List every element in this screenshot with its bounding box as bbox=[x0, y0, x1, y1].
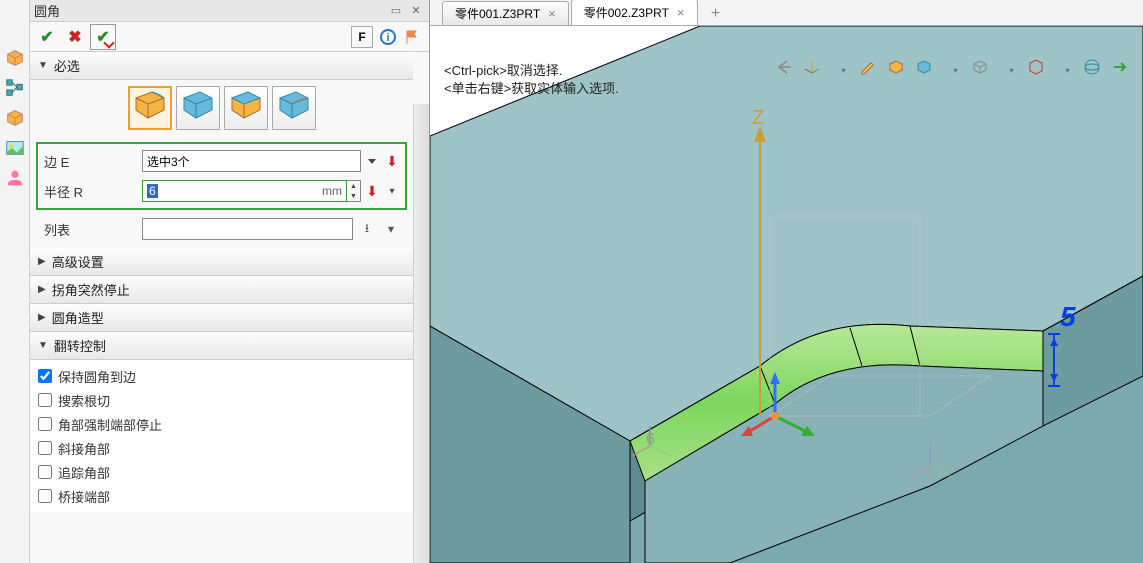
check-bridge-corner[interactable] bbox=[38, 489, 52, 503]
apply-button[interactable]: ✔ bbox=[90, 24, 116, 50]
tab-bar: 零件001.Z3PRT × 零件002.Z3PRT × + bbox=[430, 0, 1143, 26]
view-toolbar bbox=[775, 58, 1135, 82]
section-corner-stop[interactable]: ▶ 拐角突然停止 bbox=[30, 276, 413, 304]
list-dropdown[interactable]: ▾ bbox=[381, 219, 401, 239]
edge-pick-icon[interactable]: ⬇ bbox=[383, 150, 401, 172]
radius-spinner[interactable]: ▲▼ bbox=[347, 180, 361, 202]
flip-control-options: 保持圆角到边 搜索根切 角部强制端部停止 斜接角部 追踪角部 桥接端部 bbox=[30, 360, 413, 512]
section-required[interactable]: ▼ 必选 bbox=[30, 52, 413, 80]
flag-icon[interactable] bbox=[401, 26, 423, 48]
fillet-type-variable[interactable] bbox=[176, 86, 220, 130]
expand-icon: ▶ bbox=[38, 312, 46, 323]
ok-button[interactable]: ✔ bbox=[34, 24, 60, 50]
view-back-icon[interactable] bbox=[775, 58, 799, 82]
section-fillet-shape[interactable]: ▶ 圆角造型 bbox=[30, 304, 413, 332]
user-icon[interactable] bbox=[3, 166, 27, 190]
viewport-hint: <Ctrl-pick>取消选择. <单击右键>获取实体输入选项. bbox=[444, 62, 619, 98]
check-force-end-stop[interactable] bbox=[38, 417, 52, 431]
edge-label: 边 E bbox=[42, 152, 142, 171]
view-hex-dropdown[interactable] bbox=[1055, 58, 1079, 82]
panel-title: 圆角 bbox=[34, 1, 385, 20]
tab-close-icon[interactable]: × bbox=[548, 6, 556, 21]
check-keep-fillet[interactable] bbox=[38, 369, 52, 383]
collapse-icon: ▼ bbox=[38, 340, 48, 351]
panel-scrollbar[interactable] bbox=[413, 104, 429, 563]
fillet-type-constant[interactable] bbox=[128, 86, 172, 130]
view-wire-dropdown[interactable] bbox=[999, 58, 1023, 82]
left-icon-strip bbox=[0, 0, 30, 563]
view-cube2-dropdown[interactable] bbox=[943, 58, 967, 82]
action-bar: ✔ ✖ ✔ F i bbox=[30, 22, 429, 52]
collapse-icon: ▼ bbox=[38, 60, 48, 71]
edge-input[interactable]: 选中3个 bbox=[142, 150, 361, 172]
tab-close-icon[interactable]: × bbox=[677, 5, 685, 20]
view-edit-icon[interactable] bbox=[859, 58, 883, 82]
axis-z-label: Z bbox=[752, 107, 764, 129]
list-label: 列表 bbox=[42, 220, 142, 239]
list-save-icon[interactable]: ⭳ bbox=[357, 219, 377, 239]
view-hex-icon[interactable] bbox=[1027, 58, 1051, 82]
check-miter-corner[interactable] bbox=[38, 441, 52, 455]
view-csys-icon[interactable] bbox=[803, 58, 827, 82]
check-trace-corner[interactable] bbox=[38, 465, 52, 479]
panel-close-icon[interactable]: ✕ bbox=[407, 3, 425, 19]
edge-dropdown[interactable] bbox=[363, 150, 381, 172]
tab-part-001[interactable]: 零件001.Z3PRT × bbox=[442, 1, 569, 25]
dimension-value[interactable]: 5 bbox=[1060, 301, 1076, 332]
expand-icon: ▶ bbox=[38, 284, 46, 295]
view-csys-dropdown[interactable] bbox=[831, 58, 855, 82]
list-input[interactable] bbox=[142, 218, 353, 240]
image-icon[interactable] bbox=[3, 136, 27, 160]
workspace: 零件001.Z3PRT × 零件002.Z3PRT × + bbox=[430, 0, 1143, 563]
view-wire-icon[interactable] bbox=[971, 58, 995, 82]
fillet-type-face[interactable] bbox=[224, 86, 268, 130]
section-flip-control[interactable]: ▼ 翻转控制 bbox=[30, 332, 413, 360]
svg-text:6: 6 bbox=[646, 431, 655, 448]
radius-pick-icon[interactable]: ⬇ bbox=[363, 180, 381, 202]
check-search-undercut[interactable] bbox=[38, 393, 52, 407]
tree-icon[interactable] bbox=[3, 76, 27, 100]
fillet-type-row bbox=[30, 80, 413, 136]
view-sphere-icon[interactable] bbox=[1083, 58, 1107, 82]
view-cube1-icon[interactable] bbox=[887, 58, 911, 82]
fillet-type-full[interactable] bbox=[272, 86, 316, 130]
radius-input[interactable]: 6 mm bbox=[142, 180, 347, 202]
property-panel: 圆角 ▭ ✕ ✔ ✖ ✔ F i ▼ 必选 bbox=[30, 0, 430, 563]
required-fields: 边 E 选中3个 ⬇ 半径 R 6 mm ▲▼ ⬇ bbox=[36, 142, 407, 210]
panel-titlebar: 圆角 ▭ ✕ bbox=[30, 0, 429, 22]
tab-add-button[interactable]: + bbox=[704, 3, 728, 25]
tab-part-002[interactable]: 零件002.Z3PRT × bbox=[571, 0, 698, 25]
cancel-button[interactable]: ✖ bbox=[62, 24, 88, 50]
expand-icon: ▶ bbox=[38, 256, 46, 267]
view-cube2-icon[interactable] bbox=[915, 58, 939, 82]
radius-label: 半径 R bbox=[42, 182, 142, 201]
svg-text:i: i bbox=[386, 32, 389, 44]
3d-viewport[interactable]: 5 Z bbox=[430, 26, 1143, 563]
radius-menu[interactable]: ▾ bbox=[383, 180, 401, 202]
panel-restore-icon[interactable]: ▭ bbox=[387, 3, 405, 19]
f-button[interactable]: F bbox=[351, 26, 373, 48]
box-icon[interactable] bbox=[3, 106, 27, 130]
section-advanced[interactable]: ▶ 高级设置 bbox=[30, 248, 413, 276]
view-arrow-icon[interactable] bbox=[1111, 58, 1135, 82]
feature-icon[interactable] bbox=[3, 46, 27, 70]
info-icon[interactable]: i bbox=[377, 26, 399, 48]
